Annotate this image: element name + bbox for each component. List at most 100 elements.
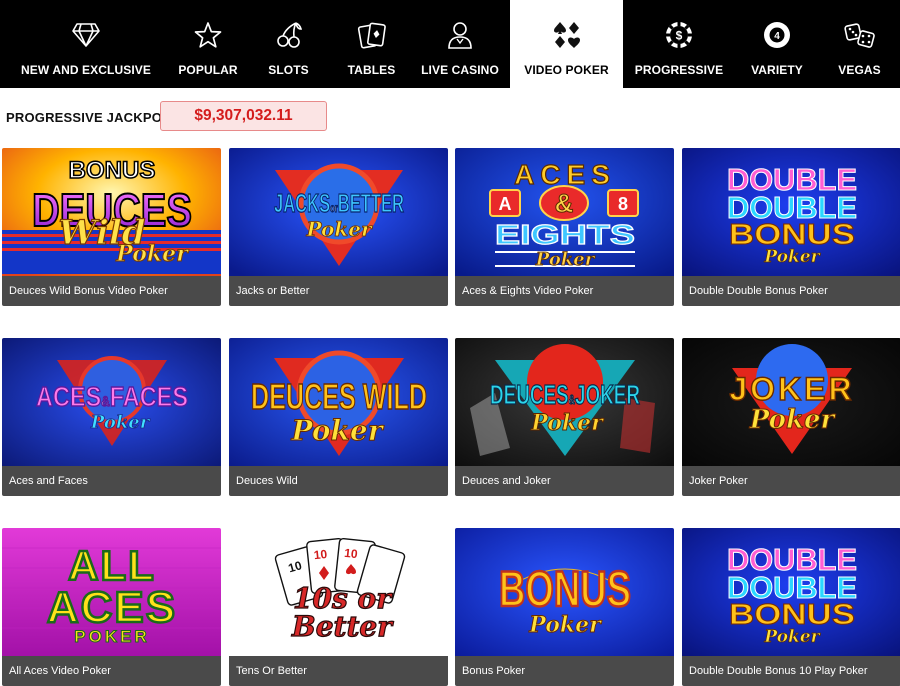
logo-text: 8	[618, 194, 628, 214]
logo-text: Poker	[306, 217, 373, 241]
nav-item-new-and-exclusive[interactable]: NEW AND EXCLUSIVE	[0, 0, 172, 88]
nav-label: LIVE CASINO	[421, 63, 499, 77]
logo-text: JACKS	[274, 188, 330, 218]
nav-item-tables[interactable]: TABLES	[333, 0, 410, 88]
game-tile-bonus-poker[interactable]: BONUS Poker Bonus Poker	[455, 528, 674, 686]
game-title: Joker Poker	[682, 466, 900, 496]
card-suits-icon	[550, 18, 584, 52]
logo-text: DEUCES WILD	[251, 376, 427, 417]
logo-text: Better	[291, 610, 394, 643]
game-thumbnail: DEUCES WILD Poker	[229, 338, 448, 466]
casino-chip-icon: $	[662, 18, 696, 52]
game-tile-deuces-wild[interactable]: DEUCES WILD Poker Deuces Wild	[229, 338, 448, 496]
game-thumbnail: BONUS DEUCES Wild Poker	[2, 148, 221, 276]
logo-text: JOKER	[729, 371, 854, 407]
logo-text: Poker	[530, 410, 604, 436]
logo-text: BONUS	[69, 157, 156, 184]
category-nav: NEW AND EXCLUSIVE POPULAR SLOTS TABLES L…	[0, 0, 900, 88]
progressive-jackpot-label: PROGRESSIVE JACKPOT	[6, 110, 171, 125]
logo-text: Poker	[291, 414, 385, 447]
logo-text: Poker	[763, 247, 820, 267]
game-tile-all-aces[interactable]: ALL ACES POKER All Aces Video Poker	[2, 528, 221, 686]
game-tile-tens-or-better[interactable]: 10 10 10 10s or Better Tens Or Better	[229, 528, 448, 686]
logo-text: DEUCES	[490, 379, 569, 410]
logo-text: Poker	[763, 627, 820, 647]
logo-text: ACES	[47, 583, 177, 632]
nav-item-vegas[interactable]: VEGAS	[819, 0, 900, 88]
logo-text: A	[499, 194, 512, 214]
nav-item-popular[interactable]: POPULAR	[172, 0, 244, 88]
nav-item-slots[interactable]: SLOTS	[244, 0, 333, 88]
playing-cards-icon	[355, 18, 389, 52]
game-title: Jacks or Better	[229, 276, 448, 306]
game-thumbnail: DEUCES&JOKER Poker	[455, 338, 674, 466]
game-thumbnail: 10 10 10 10s or Better	[229, 528, 448, 656]
progressive-jackpot-amount: $9,307,032.11	[160, 101, 327, 131]
logo-text: BETTER	[338, 188, 404, 218]
logo-text: Poker	[528, 612, 602, 638]
nav-item-progressive[interactable]: $ PROGRESSIVE	[623, 0, 735, 88]
game-title: Aces and Faces	[2, 466, 221, 496]
game-title: Double Double Bonus 10 Play Poker	[682, 656, 900, 686]
nav-label: POPULAR	[178, 63, 238, 77]
dealer-icon	[443, 18, 477, 52]
game-title: Deuces Wild	[229, 466, 448, 496]
game-thumbnail: ALL ACES POKER	[2, 528, 221, 656]
lottery-ball-icon: 4	[760, 18, 794, 52]
nav-label: TABLES	[347, 63, 396, 77]
dice-icon	[843, 18, 877, 52]
game-thumbnail: BONUS Poker	[455, 528, 674, 656]
game-title: Aces & Eights Video Poker	[455, 276, 674, 306]
nav-label: NEW AND EXCLUSIVE	[21, 63, 151, 77]
logo-text: EIGHTS	[495, 219, 635, 250]
game-thumbnail: DOUBLE DOUBLE BONUS Poker	[682, 528, 900, 656]
game-tile-deuces-and-joker[interactable]: DEUCES&JOKER Poker Deuces and Joker	[455, 338, 674, 496]
logo-text: JOKER	[575, 379, 640, 410]
nav-item-video-poker[interactable]: VIDEO POKER	[510, 0, 623, 88]
game-thumbnail: JACKSorBETTER Poker	[229, 148, 448, 276]
game-thumbnail: DOUBLE DOUBLE BONUS Poker	[682, 148, 900, 276]
star-icon	[191, 18, 225, 52]
nav-label: VEGAS	[838, 63, 881, 77]
game-thumbnail: JOKER Poker	[682, 338, 900, 466]
logo-text: Poker	[749, 405, 837, 435]
svg-text:$: $	[676, 29, 683, 43]
game-tile-double-double-bonus[interactable]: DOUBLE DOUBLE BONUS Poker Double Double …	[682, 148, 900, 306]
game-thumbnail: ACES&FACES Poker	[2, 338, 221, 466]
nav-item-variety[interactable]: 4 VARIETY	[735, 0, 819, 88]
cherries-icon	[272, 18, 306, 52]
game-title: All Aces Video Poker	[2, 656, 221, 686]
game-title: Bonus Poker	[455, 656, 674, 686]
svg-text:JACKSorBETTER: JACKSorBETTER	[274, 188, 404, 218]
nav-label: VARIETY	[751, 63, 803, 77]
logo-text: Poker	[90, 412, 151, 433]
game-thumbnail: ACES A & 8 EIGHTS Poker	[455, 148, 674, 276]
game-tile-jacks-or-better[interactable]: JACKSorBETTER Poker Jacks or Better	[229, 148, 448, 306]
game-tile-double-double-bonus-10-play[interactable]: DOUBLE DOUBLE BONUS Poker Double Double …	[682, 528, 900, 686]
nav-item-live-casino[interactable]: LIVE CASINO	[410, 0, 510, 88]
diamond-icon	[69, 18, 103, 52]
logo-text: POKER	[74, 627, 149, 646]
logo-text: ALL	[68, 542, 156, 589]
nav-label: VIDEO POKER	[524, 63, 609, 77]
logo-text: Poker	[535, 249, 596, 270]
logo-text: &	[101, 393, 109, 409]
logo-text: ACES	[36, 381, 101, 412]
logo-text: 10	[313, 547, 328, 562]
game-title: Tens Or Better	[229, 656, 448, 686]
logo-text: &	[555, 188, 574, 218]
nav-label: SLOTS	[268, 63, 309, 77]
game-title: Deuces Wild Bonus Video Poker	[2, 276, 221, 306]
logo-text: BONUS	[499, 561, 631, 617]
logo-text: FACES	[110, 381, 188, 412]
game-tile-aces-and-faces[interactable]: ACES&FACES Poker Aces and Faces	[2, 338, 221, 496]
logo-text: 10	[344, 546, 359, 561]
svg-text:DEUCES&JOKER: DEUCES&JOKER	[490, 379, 640, 410]
game-tile-joker-poker[interactable]: JOKER Poker Joker Poker	[682, 338, 900, 496]
game-tile-aces-eights[interactable]: ACES A & 8 EIGHTS Poker Aces & Eights Vi…	[455, 148, 674, 306]
game-tile-deuces-wild-bonus[interactable]: BONUS DEUCES Wild Poker Deuces Wild Bonu…	[2, 148, 221, 306]
svg-text:4: 4	[774, 31, 780, 42]
logo-text: Poker	[115, 241, 189, 267]
game-title: Deuces and Joker	[455, 466, 674, 496]
svg-text:ACES&FACES: ACES&FACES	[36, 381, 188, 412]
